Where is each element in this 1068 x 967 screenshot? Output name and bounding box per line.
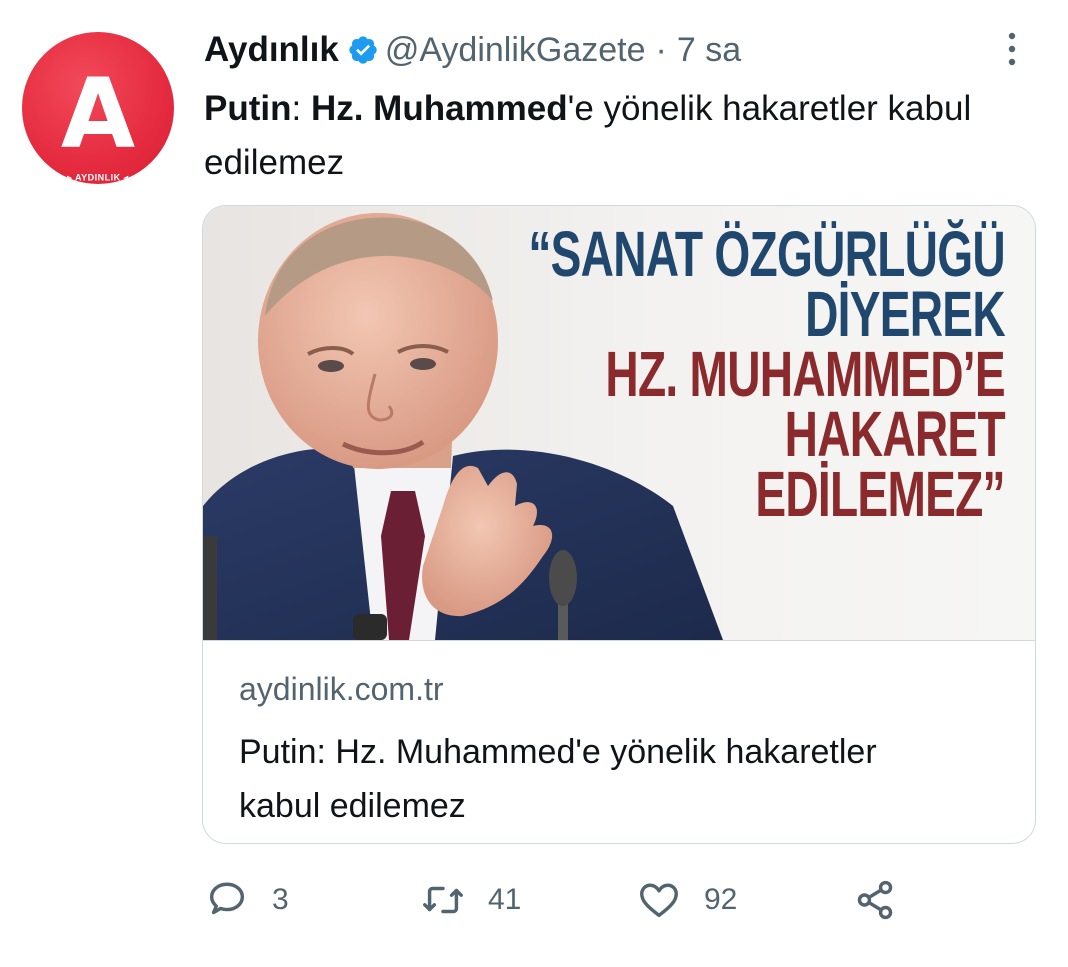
tweet-text-bold-putin: Putin: [204, 89, 292, 128]
quote-line: EDİLEMEZ”: [755, 458, 1005, 530]
more-options-icon[interactable]: [1000, 30, 1024, 68]
retweet-icon: [423, 886, 463, 914]
action-bar: 3 41 92: [204, 872, 924, 928]
tweet-header: Aydınlık @AydinlikGazete · 7 sa: [204, 26, 741, 74]
avatar-logo-letter: A: [60, 58, 136, 170]
share-button[interactable]: [852, 872, 898, 928]
tweet-text-bold-name: Hz. Muhammed: [310, 89, 568, 128]
heart-icon: [640, 883, 678, 918]
quote-line: HZ. MUHAMMED’E: [605, 338, 1006, 410]
quote-line: DİYEREK: [805, 278, 1006, 350]
retweet-count: 41: [488, 883, 522, 916]
display-name[interactable]: Aydınlık: [204, 30, 339, 70]
retweet-button[interactable]: 41: [420, 872, 521, 928]
quote-line: HAKARET: [784, 398, 1006, 470]
tweet-text-segment: :: [291, 89, 311, 128]
like-count: 92: [704, 883, 738, 916]
handle[interactable]: @AydinlikGazete: [385, 31, 646, 70]
reply-button[interactable]: 3: [204, 872, 289, 928]
avatar-logo-wordmark: ▸ AYDINLIK ◂: [67, 172, 129, 183]
link-card[interactable]: “SANAT ÖZGÜRLÜĞÜ DİYEREK HZ. MUHAMMED’E …: [202, 205, 1036, 844]
card-meta[interactable]: aydinlik.com.tr Putin: Hz. Muhammed'e yö…: [203, 640, 1035, 825]
reply-icon: [209, 882, 245, 915]
card-domain: aydinlik.com.tr: [239, 671, 444, 707]
card-image[interactable]: “SANAT ÖZGÜRLÜĞÜ DİYEREK HZ. MUHAMMED’E …: [203, 206, 1035, 640]
quote-line: “SANAT ÖZGÜRLÜĞÜ: [528, 218, 1005, 290]
share-icon: [857, 880, 893, 920]
tweet-text: Putin: Hz. Muhammed'e yönelik hakaretler…: [204, 82, 1034, 190]
card-title: Putin: Hz. Muhammed'e yönelik hakaretler…: [239, 733, 877, 825]
timestamp[interactable]: 7 sa: [677, 31, 741, 70]
separator-dot: ·: [655, 30, 667, 69]
like-button[interactable]: 92: [636, 872, 737, 928]
reply-count: 3: [272, 883, 289, 916]
verified-badge-icon: [349, 36, 377, 64]
card-image-quote: “SANAT ÖZGÜRLÜĞÜ DİYEREK HZ. MUHAMMED’E …: [528, 218, 1006, 530]
avatar[interactable]: A ▸ AYDINLIK ◂: [22, 32, 174, 184]
